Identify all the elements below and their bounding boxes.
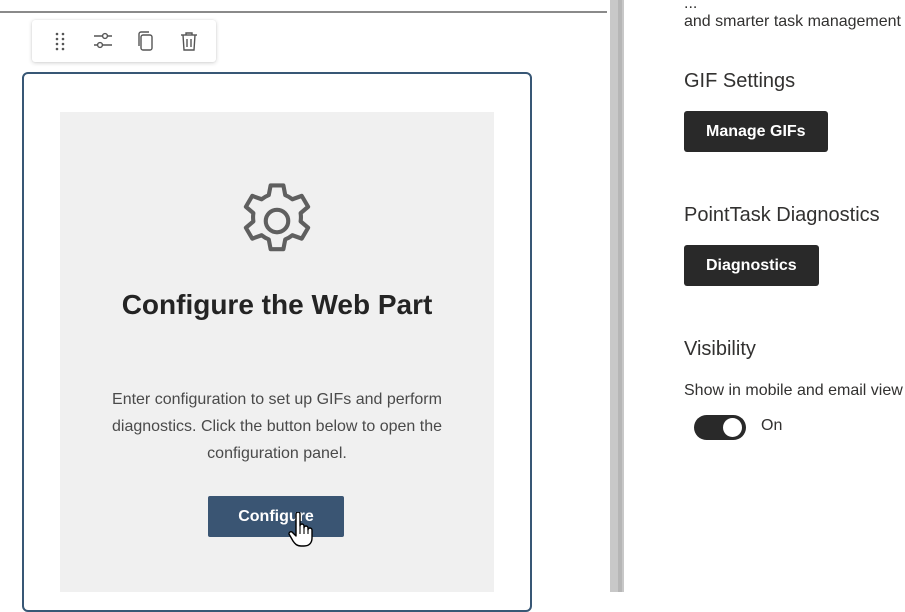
visibility-toggle[interactable] — [694, 415, 746, 440]
settings-sliders-icon — [93, 32, 112, 49]
section-divider — [0, 11, 607, 13]
webpart-placeholder: Configure the Web Part Enter configurati… — [60, 112, 494, 592]
webpart-toolbar — [32, 20, 216, 62]
hand-cursor-icon — [288, 512, 313, 547]
manage-gifs-button[interactable]: Manage GIFs — [684, 111, 828, 152]
drag-handle-button[interactable] — [45, 26, 75, 56]
diagnostics-button[interactable]: Diagnostics — [684, 245, 819, 286]
diagnostics-heading: PointTask Diagnostics — [684, 204, 880, 226]
gear-icon — [243, 183, 311, 252]
placeholder-description: Enter configuration to set up GIFs and p… — [112, 391, 442, 462]
property-pane: ... and smarter task management GIF Sett… — [624, 0, 905, 592]
panel-intro-line1: ... — [684, 0, 698, 9]
delete-icon — [180, 32, 197, 51]
toggle-state-label: On — [761, 417, 783, 434]
toggle-knob — [723, 418, 742, 437]
panel-intro-line2: and smarter task management — [684, 13, 901, 30]
drag-handle-icon — [55, 32, 64, 51]
pane-splitter-inner — [618, 0, 622, 592]
duplicate-button[interactable] — [131, 26, 161, 56]
page-canvas: Configure the Web Part Enter configurati… — [0, 0, 610, 612]
configure-button[interactable]: Configure — [208, 496, 344, 537]
visibility-description: Show in mobile and email view — [684, 382, 903, 399]
gif-settings-heading: GIF Settings — [684, 70, 796, 92]
panel-intro-text: ... and smarter task management — [684, 0, 905, 35]
placeholder-title: Configure the Web Part — [121, 289, 433, 320]
duplicate-icon — [137, 31, 153, 51]
delete-button[interactable] — [174, 26, 204, 56]
visibility-heading: Visibility — [684, 338, 756, 360]
edit-properties-button[interactable] — [88, 26, 118, 56]
